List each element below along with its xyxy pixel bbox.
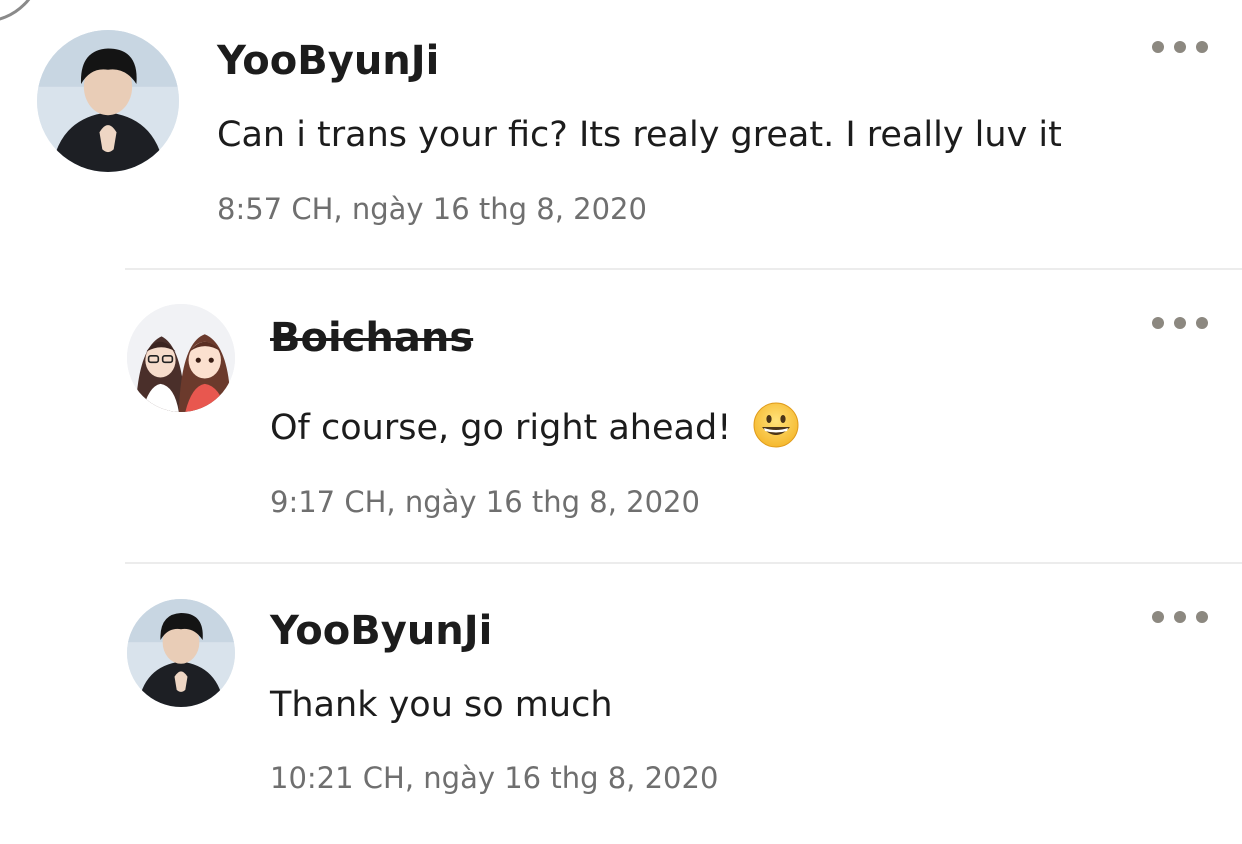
comment-thread: YooByunJi Can i trans your fic? Its real… (0, 0, 1242, 844)
more-dot-icon (1152, 41, 1164, 53)
comment-message-text: Of course, go right ahead! (270, 408, 732, 448)
more-dot-icon (1174, 41, 1186, 53)
comment-message: Of course, go right ahead! (270, 402, 800, 449)
comment-username[interactable]: YooByunJi (217, 38, 439, 84)
comment-divider (125, 562, 1242, 564)
more-dot-icon (1196, 317, 1208, 329)
more-dot-icon (1152, 611, 1164, 623)
grinning-face-emoji-icon (753, 402, 799, 448)
avatar[interactable] (37, 30, 179, 172)
more-options-button[interactable] (1152, 37, 1208, 57)
more-dot-icon (1174, 611, 1186, 623)
more-dot-icon (1152, 317, 1164, 329)
corner-arc-decoration (0, 0, 43, 23)
more-options-button[interactable] (1152, 313, 1208, 333)
user-photo-avatar-icon (37, 30, 179, 172)
avatar[interactable] (127, 599, 235, 707)
comment-username[interactable]: Boichans (270, 315, 473, 361)
comment-message: Can i trans your fic? Its realy great. I… (217, 115, 1062, 155)
anime-girls-avatar-icon (127, 304, 235, 412)
comment-message: Thank you so much (270, 685, 613, 725)
comment-divider (125, 268, 1242, 270)
more-options-button[interactable] (1152, 607, 1208, 627)
comment-timestamp: 9:17 CH, ngày 16 thg 8, 2020 (270, 485, 700, 519)
more-dot-icon (1196, 41, 1208, 53)
more-dot-icon (1196, 611, 1208, 623)
comment-username[interactable]: YooByunJi (270, 608, 492, 654)
comment-timestamp: 8:57 CH, ngày 16 thg 8, 2020 (217, 192, 647, 226)
more-dot-icon (1174, 317, 1186, 329)
comment-timestamp: 10:21 CH, ngày 16 thg 8, 2020 (270, 761, 719, 795)
avatar[interactable] (127, 304, 235, 412)
user-photo-avatar-icon (127, 599, 235, 707)
